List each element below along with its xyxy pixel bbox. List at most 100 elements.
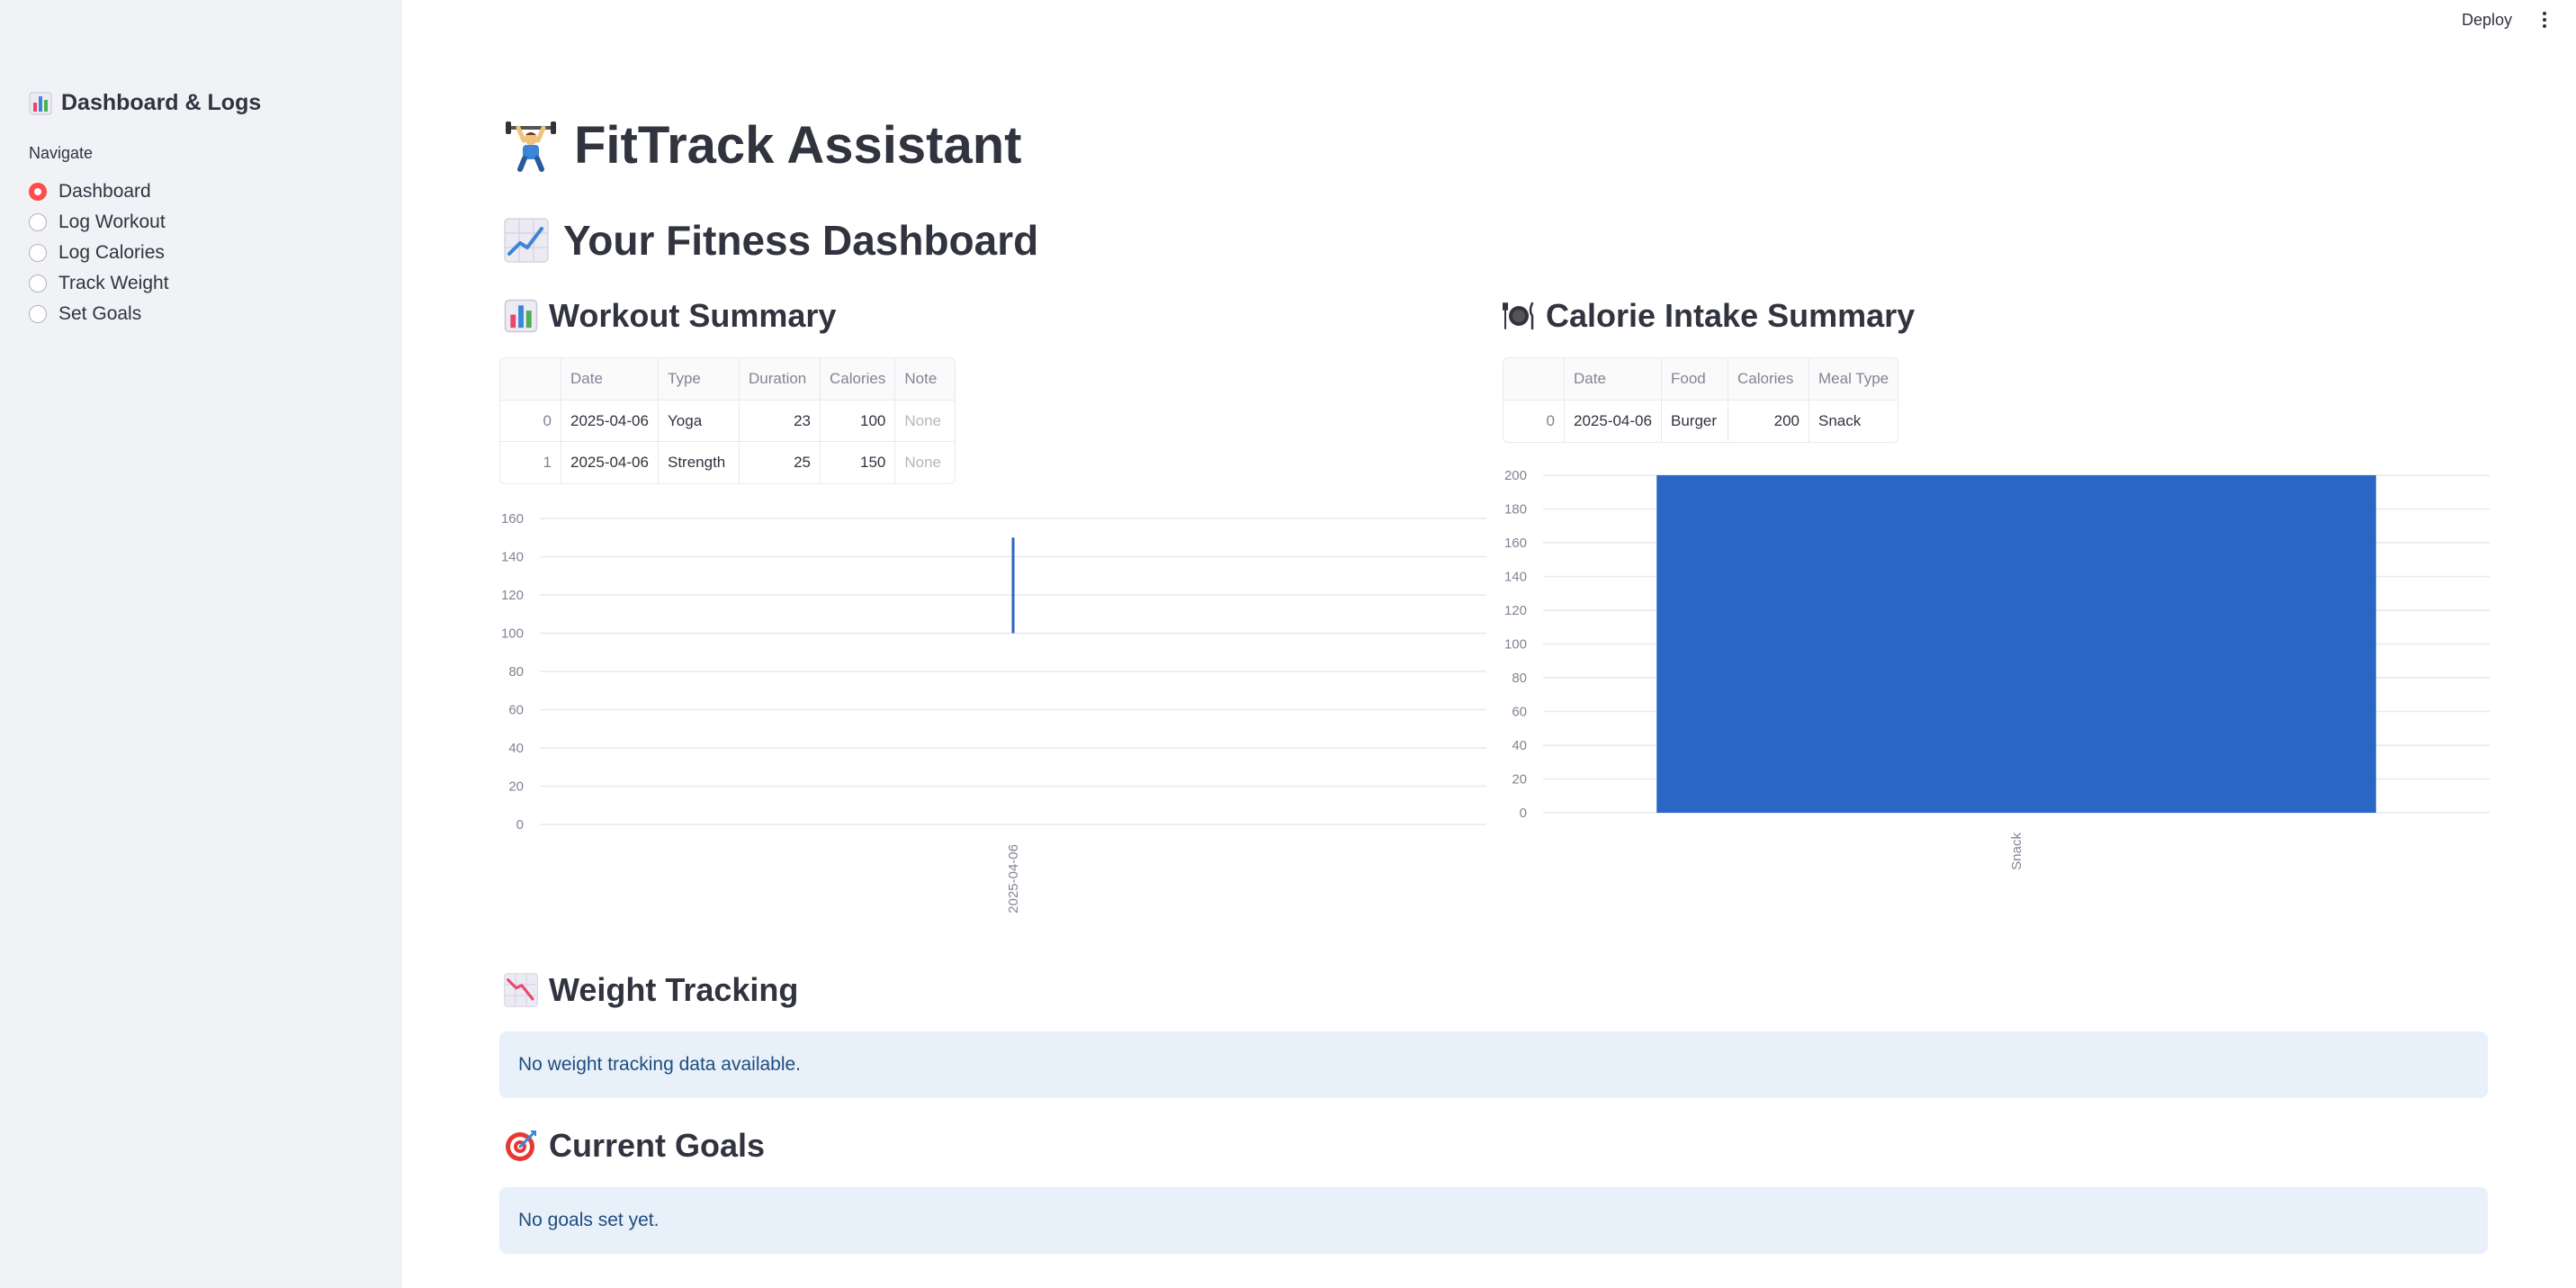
deploy-button[interactable]: Deploy	[2462, 9, 2512, 32]
workout-chart[interactable]: 0 20 40 60 80 100 120 140 160 2025-04-06	[486, 504, 1489, 918]
table-cell[interactable]: 2025-04-06	[561, 442, 659, 483]
calorie-summary-title: Calorie Intake Summary	[1546, 297, 1916, 334]
sidebar-title: Dashboard & Logs	[29, 90, 261, 116]
radio-label: Log Workout	[58, 212, 166, 232]
calorie-chart[interactable]: 0 20 40 60 80 100 120 140 160 180 200 Snack	[1485, 464, 2492, 878]
x-tick-label: Snack	[2009, 833, 2024, 870]
y-tick-label: 40	[1512, 738, 1527, 753]
radio-dashboard[interactable]: Dashboard	[29, 176, 169, 207]
table-cell[interactable]: Strength	[659, 442, 740, 483]
y-tick-label: 140	[501, 550, 524, 565]
y-tick-label: 80	[1512, 671, 1527, 686]
y-tick-label: 180	[1504, 502, 1527, 518]
bar-chart-icon	[504, 299, 538, 333]
dashboard-heading-text: Your Fitness Dashboard	[563, 217, 1039, 264]
weightlifter-icon	[506, 121, 556, 172]
y-tick-label: 100	[1504, 637, 1527, 653]
radio-unselected-icon	[29, 244, 47, 262]
y-tick-label: 200	[1504, 468, 1527, 483]
column-header[interactable]: Meal Type	[1809, 358, 1898, 401]
radio-label: Log Calories	[58, 242, 165, 263]
table-cell[interactable]: 23	[740, 401, 821, 442]
goals-info-alert: No goals set yet.	[499, 1187, 2488, 1254]
table-row: 0 2025-04-06 Burger 200 Snack	[1503, 401, 1898, 442]
navigate-label: Navigate	[29, 144, 94, 162]
y-tick-label: 120	[501, 588, 524, 603]
row-index[interactable]: 0	[1503, 401, 1565, 442]
app-title-text: FitTrack Assistant	[574, 116, 1022, 175]
column-header[interactable]: Duration	[740, 358, 821, 401]
radio-unselected-icon	[29, 275, 47, 293]
chart-increasing-icon	[504, 218, 549, 263]
chart-decreasing-icon	[504, 973, 538, 1007]
radio-log-calories[interactable]: Log Calories	[29, 238, 169, 268]
radio-label: Dashboard	[58, 181, 151, 202]
radio-set-goals[interactable]: Set Goals	[29, 299, 169, 329]
dashboard-heading: Your Fitness Dashboard	[504, 216, 1038, 265]
bar-chart-icon	[29, 92, 52, 114]
y-tick-label: 120	[1504, 603, 1527, 618]
table-cell[interactable]: Yoga	[659, 401, 740, 442]
row-index[interactable]: 0	[500, 401, 561, 442]
y-tick-label: 40	[508, 741, 524, 756]
calorie-table[interactable]: Date Food Calories Meal Type 0 2025-04-0…	[1503, 357, 1899, 443]
y-tick-label: 160	[501, 511, 524, 527]
current-goals-title: Current Goals	[549, 1127, 766, 1164]
column-header[interactable]: Date	[561, 358, 659, 401]
target-icon	[506, 1130, 536, 1161]
x-tick-label: 2025-04-06	[1006, 844, 1021, 914]
table-cell[interactable]: None	[895, 442, 955, 483]
table-cell[interactable]: 25	[740, 442, 821, 483]
column-header[interactable]	[1503, 358, 1565, 401]
table-cell[interactable]: 100	[821, 401, 896, 442]
radio-unselected-icon	[29, 305, 47, 323]
column-header[interactable]: Food	[1662, 358, 1728, 401]
workout-summary-title: Workout Summary	[549, 297, 837, 334]
weight-tracking-heading: Weight Tracking	[504, 971, 798, 1009]
table-cell[interactable]: Burger	[1662, 401, 1728, 442]
radio-log-workout[interactable]: Log Workout	[29, 207, 169, 238]
table-header-row: Date Type Duration Calories Note	[500, 358, 956, 401]
table-cell[interactable]: Snack	[1809, 401, 1898, 442]
y-tick-label: 60	[1512, 705, 1527, 720]
table-cell[interactable]: 2025-04-06	[561, 401, 659, 442]
column-header[interactable]: Type	[659, 358, 740, 401]
y-tick-label: 0	[1520, 806, 1527, 821]
calorie-summary-heading: Calorie Intake Summary	[1503, 297, 1915, 335]
bar	[1011, 537, 1015, 634]
y-tick-label: 20	[508, 779, 524, 795]
table-row: 1 2025-04-06 Strength 25 150 None	[500, 442, 955, 483]
column-header[interactable]: Note	[895, 358, 956, 401]
workout-table[interactable]: Date Type Duration Calories Note 0 2025-…	[499, 357, 956, 484]
column-header[interactable]	[500, 358, 561, 401]
sidebar: Dashboard & Logs Navigate Dashboard Log …	[0, 0, 402, 1288]
y-tick-label: 20	[1512, 772, 1527, 788]
y-tick-label: 100	[501, 626, 524, 642]
radio-label: Set Goals	[58, 303, 142, 324]
table-header-row: Date Food Calories Meal Type	[1503, 358, 1898, 401]
table-row: 0 2025-04-06 Yoga 23 100 None	[500, 401, 956, 442]
fork-knife-plate-icon	[1503, 302, 1534, 330]
radio-label: Track Weight	[58, 273, 169, 293]
y-tick-label: 140	[1504, 570, 1527, 585]
main-menu-icon[interactable]	[2539, 9, 2550, 31]
table-cell[interactable]: 2025-04-06	[1565, 401, 1662, 442]
table-cell[interactable]: 150	[821, 442, 896, 483]
y-tick-label: 160	[1504, 536, 1527, 551]
row-index[interactable]: 1	[500, 442, 561, 483]
table-cell[interactable]: 200	[1728, 401, 1809, 442]
bar	[1656, 475, 2376, 813]
column-header[interactable]: Calories	[1728, 358, 1809, 401]
column-header[interactable]: Date	[1565, 358, 1662, 401]
radio-unselected-icon	[29, 213, 47, 231]
weight-info-alert: No weight tracking data available.	[499, 1031, 2488, 1098]
table-cell[interactable]: None	[895, 401, 956, 442]
navigate-radio-group: Dashboard Log Workout Log Calories Track…	[29, 176, 169, 329]
radio-track-weight[interactable]: Track Weight	[29, 268, 169, 299]
sidebar-title-text: Dashboard & Logs	[61, 90, 262, 115]
radio-selected-icon	[29, 183, 47, 201]
current-goals-heading: Current Goals	[504, 1127, 765, 1165]
page-title: FitTrack Assistant	[504, 115, 1021, 176]
weight-tracking-title: Weight Tracking	[549, 971, 799, 1008]
column-header[interactable]: Calories	[821, 358, 896, 401]
